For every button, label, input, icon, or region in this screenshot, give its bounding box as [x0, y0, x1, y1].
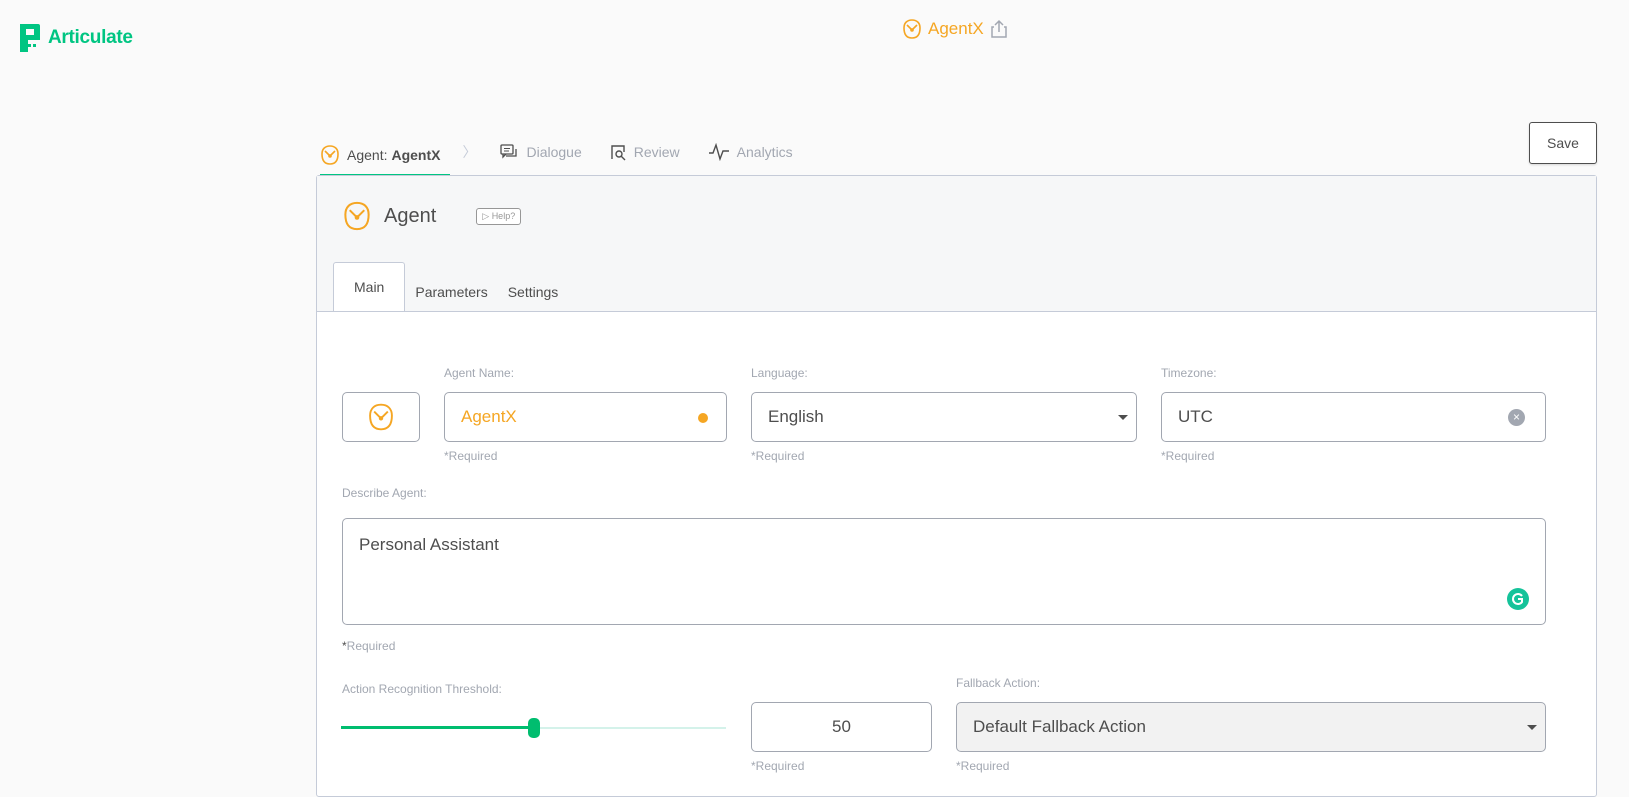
nav-dialogue-label: Dialogue [526, 144, 582, 160]
agent-owl-icon [344, 201, 370, 231]
agent-name-title: AgentX [928, 19, 984, 38]
brand-name: Articulate [48, 27, 133, 48]
fallback-value: Default Fallback Action [973, 717, 1146, 736]
fallback-required: *Required [956, 759, 1010, 773]
agent-name-required: *Required [444, 449, 498, 463]
nav-review-label: Review [633, 144, 680, 160]
tab-settings[interactable]: Settings [498, 273, 569, 311]
threshold-slider-thumb[interactable] [527, 718, 540, 738]
app-logo[interactable]: Articulate [18, 22, 133, 54]
agent-navigation: Agent: AgentX 〉 Dialogue Review Analytic… [320, 132, 821, 176]
threshold-slider-fill [341, 726, 534, 729]
agent-icon-picker[interactable] [342, 392, 420, 442]
language-select[interactable]: English [751, 392, 1137, 442]
description-textarea[interactable]: Personal Assistant [342, 518, 1546, 625]
timezone-select[interactable]: UTC × [1161, 392, 1546, 442]
threshold-required: *Required [751, 759, 805, 773]
analytics-icon [708, 143, 729, 161]
timezone-required: *Required [1161, 449, 1215, 463]
review-icon [611, 144, 626, 160]
unsaved-indicator [698, 413, 708, 423]
nav-analytics-label: Analytics [736, 144, 793, 160]
nav-agent-prefix: Agent: [347, 147, 388, 163]
panel-tabs: Main Parameters Settings [333, 262, 568, 311]
share-icon[interactable] [990, 19, 1008, 39]
dialogue-icon [500, 143, 518, 159]
grammarly-g-icon [1512, 593, 1523, 605]
language-required: *Required [751, 449, 805, 463]
agent-name-input[interactable]: AgentX [444, 392, 727, 442]
description-required: *Required [342, 639, 395, 653]
fallback-label: Fallback Action: [956, 676, 1041, 690]
grammarly-icon[interactable] [1507, 588, 1529, 610]
tab-main[interactable]: Main [333, 262, 406, 311]
agent-name-label: Agent Name: [444, 366, 515, 380]
panel-title-row: Agent ▷ Help? [342, 200, 522, 232]
description-value: Personal Assistant [359, 535, 499, 554]
agent-owl-icon [321, 145, 339, 165]
panel-header: Agent ▷ Help? Main Parameters Settings [317, 176, 1596, 312]
nav-tab-agent[interactable]: Agent: AgentX [320, 132, 451, 176]
panel-title: Agent [384, 204, 437, 227]
timezone-label: Timezone: [1161, 366, 1217, 380]
language-label: Language: [751, 366, 808, 380]
breadcrumb-separator: 〉 [462, 144, 477, 160]
current-agent-header: AgentX [902, 18, 1008, 40]
agent-owl-icon [369, 403, 393, 431]
description-label: Describe Agent: [342, 486, 427, 500]
chevron-down-icon [1527, 725, 1537, 730]
clear-icon[interactable]: × [1508, 409, 1525, 426]
threshold-label: Action Recognition Threshold: [342, 682, 502, 696]
tab-parameters[interactable]: Parameters [405, 273, 497, 311]
timezone-value: UTC [1178, 407, 1213, 426]
language-value: English [768, 407, 824, 426]
agent-owl-icon [903, 19, 921, 39]
save-button[interactable]: Save [1529, 122, 1597, 164]
required-text: Required [346, 639, 396, 653]
agent-name-value: AgentX [461, 407, 517, 426]
articulate-logo-icon [20, 24, 40, 52]
chevron-down-icon [1118, 415, 1128, 420]
help-button[interactable]: ▷ Help? [476, 207, 522, 225]
nav-tab-review[interactable]: Review [610, 132, 680, 168]
threshold-value: 50 [832, 717, 851, 736]
fallback-select[interactable]: Default Fallback Action [956, 702, 1546, 752]
nav-tab-dialogue[interactable]: Dialogue [500, 132, 582, 168]
nav-tab-analytics[interactable]: Analytics [708, 132, 793, 168]
threshold-input[interactable]: 50 [751, 702, 932, 752]
nav-agent-name: AgentX [391, 147, 441, 163]
